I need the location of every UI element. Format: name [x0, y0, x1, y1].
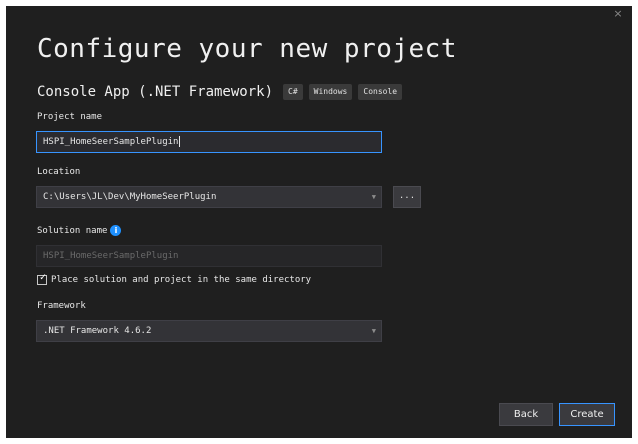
location-combobox[interactable]: C:\Users\JL\Dev\MyHomeSeerPlugin ▼ [36, 186, 382, 208]
template-name: Console App (.NET Framework) [37, 84, 274, 100]
same-directory-option[interactable]: ✓ Place solution and project in the same… [37, 273, 311, 285]
solution-name-placeholder: HSPI_HomeSeerSamplePlugin [43, 251, 179, 261]
project-type-tag: Console [358, 84, 403, 100]
project-name-label: Project name [37, 112, 103, 122]
same-directory-checkbox[interactable]: ✓ [37, 273, 47, 285]
chevron-down-icon[interactable]: ▼ [372, 187, 376, 207]
location-label: Location [37, 167, 81, 177]
configure-project-dialog: × Configure your new project Console App… [6, 6, 632, 438]
browse-location-button[interactable]: ... [393, 186, 421, 208]
project-name-input[interactable]: HSPI_HomeSeerSamplePlugin [36, 131, 382, 153]
back-button[interactable]: Back [499, 403, 553, 426]
check-icon: ✓ [39, 273, 47, 283]
text-caret [179, 136, 181, 147]
same-directory-label[interactable]: Place solution and project in the same d… [51, 275, 311, 285]
close-icon[interactable]: × [610, 6, 626, 22]
chevron-down-icon[interactable]: ▼ [372, 321, 376, 341]
solution-name-input: HSPI_HomeSeerSamplePlugin [36, 245, 382, 267]
template-header: Console App (.NET Framework) C# Windows … [37, 84, 403, 100]
framework-select[interactable]: .NET Framework 4.6.2 ▼ [36, 320, 382, 342]
info-icon[interactable]: i [110, 225, 122, 236]
language-tag: C# [283, 84, 303, 100]
framework-label: Framework [37, 301, 86, 311]
solution-name-label: Solution name [37, 226, 108, 236]
framework-value: .NET Framework 4.6.2 [43, 326, 152, 336]
platform-tag: Windows [308, 84, 353, 100]
location-value: C:\Users\JL\Dev\MyHomeSeerPlugin [43, 192, 217, 202]
page-title: Configure your new project [37, 34, 457, 64]
solution-name-label-row: Solution name i [37, 225, 122, 236]
project-name-value: HSPI_HomeSeerSamplePlugin [43, 137, 179, 147]
create-button[interactable]: Create [559, 403, 615, 426]
